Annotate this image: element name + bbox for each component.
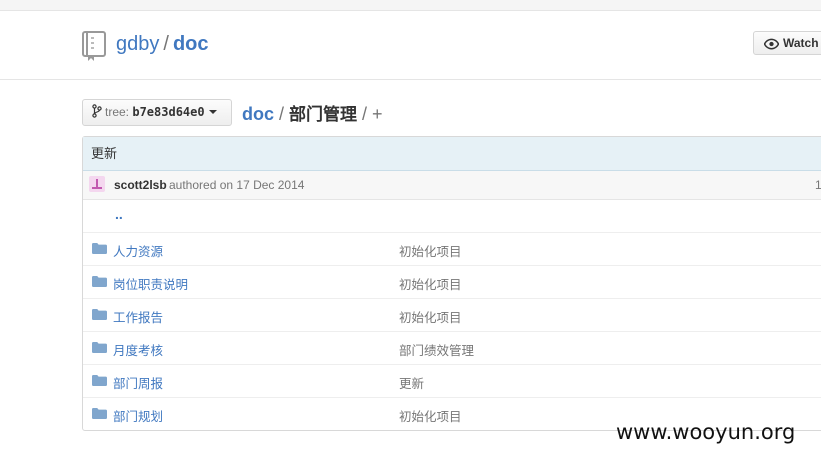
folder-icon	[92, 276, 107, 287]
folder-icon	[92, 375, 107, 386]
parent-directory-link[interactable]: ..	[115, 206, 123, 222]
file-commit-message[interactable]: 初始化项目	[399, 307, 462, 326]
file-name-link[interactable]: 部门周报	[113, 373, 163, 392]
watch-button[interactable]: Watch	[753, 31, 821, 55]
watch-label: Watch	[783, 36, 819, 50]
table-row[interactable]: 工作报告 初始化项目	[83, 299, 821, 332]
file-name-link[interactable]: 人力资源	[113, 241, 163, 260]
chevron-down-icon	[208, 110, 217, 114]
file-commit-message[interactable]: 初始化项目	[399, 274, 462, 293]
repo-name-link[interactable]: doc	[173, 33, 209, 55]
table-row[interactable]: 岗位职责说明 初始化项目	[83, 266, 821, 299]
file-navigation-table: 更新 scott2lsb authored on 17 Dec 2014 1 .…	[82, 136, 821, 431]
folder-icon	[92, 243, 107, 254]
breadcrumb: doc / 部门管理 / +	[242, 100, 383, 125]
file-name-link[interactable]: 部门规划	[113, 406, 163, 425]
folder-icon	[92, 309, 107, 320]
top-header-bar	[0, 0, 821, 11]
file-name-link[interactable]: 岗位职责说明	[113, 274, 188, 293]
latest-commit-message[interactable]: 更新	[83, 137, 821, 171]
repository-title: gdby / doc	[116, 33, 209, 56]
commit-author-link[interactable]: scott2lsb	[114, 178, 167, 192]
add-file-button[interactable]: +	[372, 104, 383, 124]
folder-icon	[92, 342, 107, 353]
repo-owner-link[interactable]: gdby	[116, 33, 159, 55]
file-name-link[interactable]: 工作报告	[113, 307, 163, 326]
table-row[interactable]: 部门周报 更新	[83, 365, 821, 398]
folder-icon	[92, 408, 107, 419]
avatar[interactable]	[89, 176, 105, 192]
branch-select-button[interactable]: tree: b7e83d64e0	[82, 99, 232, 126]
branch-select-sha: b7e83d64e0	[132, 105, 205, 119]
repo-title-separator: /	[163, 33, 169, 55]
file-name-link[interactable]: 月度考核	[113, 340, 163, 359]
branch-icon	[92, 104, 102, 118]
breadcrumb-root-link[interactable]: doc	[242, 104, 274, 124]
parent-directory-row[interactable]: ..	[83, 200, 821, 233]
repo-book-icon	[82, 31, 106, 61]
file-commit-message[interactable]: 初始化项目	[399, 406, 462, 425]
breadcrumb-separator-trailing: /	[362, 104, 368, 124]
file-commit-message[interactable]: 更新	[399, 373, 424, 392]
repository-header: gdby / doc Watch	[0, 11, 821, 80]
table-row[interactable]: 人力资源 初始化项目	[83, 233, 821, 266]
commit-authored-date: authored on 17 Dec 2014	[169, 178, 305, 192]
breadcrumb-separator: /	[279, 104, 285, 124]
eye-icon	[763, 38, 780, 50]
breadcrumb-current-folder: 部门管理	[289, 105, 358, 125]
table-row[interactable]: 月度考核 部门绩效管理	[83, 332, 821, 365]
latest-commit-meta: scott2lsb authored on 17 Dec 2014 1	[83, 171, 821, 200]
watermark: www.wooyun.org	[616, 420, 796, 444]
file-commit-message[interactable]: 初始化项目	[399, 241, 462, 260]
commit-sha-fragment: 1	[815, 178, 821, 192]
branch-select-label: tree:	[105, 105, 130, 119]
file-commit-message[interactable]: 部门绩效管理	[399, 340, 474, 359]
